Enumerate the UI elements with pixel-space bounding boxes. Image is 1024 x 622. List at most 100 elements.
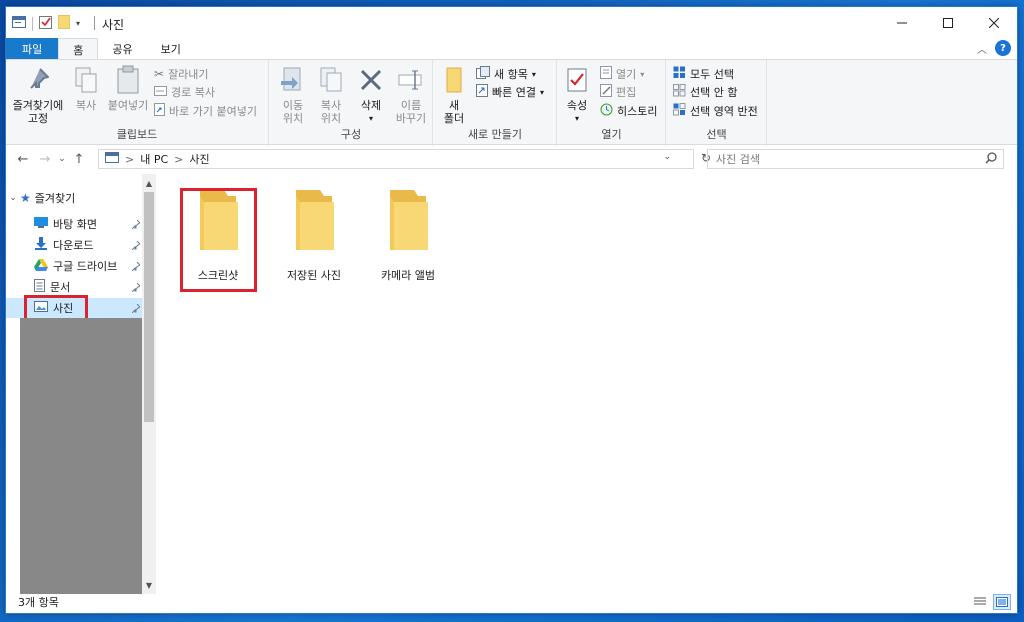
copy-icon xyxy=(70,64,102,96)
new-group: 새 폴더 새 항목 ▾ 빠른 연결 ▾ 새로 만들기 xyxy=(434,60,557,146)
breadcrumb-this-pc[interactable]: 내 PC xyxy=(140,151,168,167)
new-item-dropdown-icon: ▾ xyxy=(531,69,536,79)
customize-qat-icon[interactable]: ▾ xyxy=(76,19,80,28)
pin-to-quick-access-button[interactable]: 즐겨찾기에 고정 xyxy=(10,64,66,125)
copy-to-icon xyxy=(315,64,347,96)
address-dropdown-icon[interactable]: ⌄ xyxy=(663,152,671,162)
search-icon[interactable] xyxy=(985,152,997,167)
open-dropdown-icon: ▾ xyxy=(640,69,645,79)
pin-icon[interactable] xyxy=(131,303,141,316)
item-count: 3개 항목 xyxy=(18,596,59,609)
pin-icon[interactable] xyxy=(131,282,141,295)
open-icon xyxy=(600,66,612,82)
properties-qat-icon[interactable] xyxy=(39,15,52,32)
breadcrumb-current[interactable]: 사진 xyxy=(189,151,209,167)
tree-item-desktop[interactable]: 바탕 화면 xyxy=(6,214,142,234)
tab-share[interactable]: 공유 xyxy=(98,38,146,60)
minimize-button[interactable] xyxy=(879,7,925,38)
tree-item-google-drive-label: 구글 드라이브 xyxy=(53,260,118,273)
copy-path-button[interactable]: 경로 복사 xyxy=(154,84,215,100)
history-button[interactable]: 히스토리 xyxy=(600,103,657,119)
pin-icon[interactable] xyxy=(131,240,141,253)
chevron-down-icon[interactable]: ⌄ xyxy=(6,193,20,203)
tree-quick-access-label: 즐겨찾기 xyxy=(34,192,76,205)
invert-selection-button[interactable]: 선택 영역 반전 xyxy=(673,103,758,119)
invert-selection-label: 선택 영역 반전 xyxy=(690,105,758,118)
easy-access-dropdown-icon: ▾ xyxy=(539,87,544,97)
maximize-button[interactable] xyxy=(925,7,971,38)
open-button[interactable]: 열기 ▾ xyxy=(600,66,644,82)
tree-item-desktop-label: 바탕 화면 xyxy=(53,218,97,231)
new-folder-qat-icon[interactable] xyxy=(57,14,71,32)
breadcrumb-separator-2[interactable]: > xyxy=(174,153,183,166)
folder-name: 카메라 앨범 xyxy=(380,269,436,282)
scroll-up-icon[interactable]: ▲ xyxy=(142,176,156,190)
help-icon[interactable]: ? xyxy=(995,40,1011,56)
properties-dropdown-icon: ▾ xyxy=(574,114,579,123)
copy-path-label: 경로 복사 xyxy=(171,86,215,99)
easy-access-button[interactable]: 빠른 연결 ▾ xyxy=(476,84,544,100)
ribbon-collapse-icon[interactable]: ︿ xyxy=(977,41,987,56)
copy-to-button[interactable]: 복사 위치 xyxy=(314,64,348,125)
paste-shortcut-button[interactable]: 바로 가기 붙여넣기 xyxy=(154,103,257,119)
pin-icon[interactable] xyxy=(131,219,141,232)
status-bar: 3개 항목 xyxy=(6,591,1017,613)
pin-label-line2: 고정 xyxy=(27,112,49,125)
new-group-label: 새로 만들기 xyxy=(467,128,523,141)
navigation-pane-scrollbar[interactable]: ▲ ▼ xyxy=(142,174,156,594)
window-title: 사진 xyxy=(102,18,125,32)
back-arrow-icon[interactable]: ← xyxy=(12,152,34,167)
tab-view[interactable]: 보기 xyxy=(147,38,195,60)
tree-item-google-drive[interactable]: 구글 드라이브 xyxy=(6,256,142,276)
pin-icon[interactable] xyxy=(131,261,141,274)
delete-button[interactable]: 삭제 ▾ xyxy=(354,64,388,125)
select-none-button[interactable]: 선택 안 함 xyxy=(673,84,737,100)
tree-quick-access[interactable]: ⌄ ★ 즐겨찾기 xyxy=(6,188,142,208)
details-view-icon xyxy=(974,597,986,605)
properties-button[interactable]: 속성 ▾ xyxy=(562,64,592,125)
forward-arrow-icon[interactable]: → xyxy=(34,152,56,167)
tab-home[interactable]: 홈 xyxy=(58,38,99,60)
tab-file[interactable]: 파일 xyxy=(6,38,59,60)
search-box[interactable]: 사진 검색 xyxy=(707,149,1004,169)
close-button[interactable] xyxy=(971,7,1017,38)
folder-item[interactable]: 저장된 사진 xyxy=(276,188,352,283)
rename-button[interactable]: 이름 바꾸기 xyxy=(392,64,430,125)
ribbon: 즐겨찾기에 고정 복사 붙여넣기 ✂ 잘라내기 경로 복사 바로 가기 붙여넣기… xyxy=(6,59,1017,146)
cut-button[interactable]: ✂ 잘라내기 xyxy=(154,66,209,82)
up-arrow-icon[interactable]: ↑ xyxy=(68,152,90,167)
folder-icon xyxy=(384,188,432,255)
details-view-button[interactable] xyxy=(971,594,989,610)
recent-locations-icon[interactable]: ⌄ xyxy=(56,154,68,164)
tree-item-documents[interactable]: 문서 xyxy=(6,277,142,297)
paste-icon xyxy=(112,64,144,96)
google-drive-icon xyxy=(34,258,48,274)
new-item-button[interactable]: 새 항목 ▾ xyxy=(476,66,536,82)
move-to-button[interactable]: 이동 위치 xyxy=(276,64,310,125)
new-folder-label-line2: 폴더 xyxy=(443,112,465,125)
address-bar[interactable]: > 내 PC > 사진 ⌄ ↻ xyxy=(98,149,711,169)
select-group-label: 선택 xyxy=(706,128,727,141)
documents-icon xyxy=(34,279,45,295)
select-all-button[interactable]: 모두 선택 xyxy=(673,66,734,82)
search-input[interactable]: 사진 검색 xyxy=(716,151,760,167)
select-all-label: 모두 선택 xyxy=(690,68,734,81)
large-icons-view-button[interactable] xyxy=(993,594,1011,610)
edit-button[interactable]: 편집 xyxy=(600,84,636,100)
copy-to-label-line1: 복사 xyxy=(320,99,342,112)
folder-item[interactable]: 카메라 앨범 xyxy=(370,188,446,283)
tree-item-documents-label: 문서 xyxy=(50,281,71,294)
tree-item-downloads[interactable]: 다운로드 xyxy=(6,235,142,255)
copy-path-icon xyxy=(154,85,167,99)
scroll-down-icon[interactable]: ▼ xyxy=(142,578,156,592)
select-none-label: 선택 안 함 xyxy=(690,86,738,99)
maximize-icon xyxy=(943,17,953,28)
scrollbar-thumb[interactable] xyxy=(144,192,154,422)
copy-button[interactable]: 복사 xyxy=(68,64,104,112)
scissors-icon: ✂ xyxy=(154,67,165,81)
folder-name: 저장된 사진 xyxy=(286,269,342,282)
breadcrumb-separator-1[interactable]: > xyxy=(125,153,134,166)
pin-icon xyxy=(22,64,54,96)
paste-button[interactable]: 붙여넣기 xyxy=(106,64,150,112)
new-folder-button[interactable]: 새 폴더 xyxy=(440,64,468,125)
